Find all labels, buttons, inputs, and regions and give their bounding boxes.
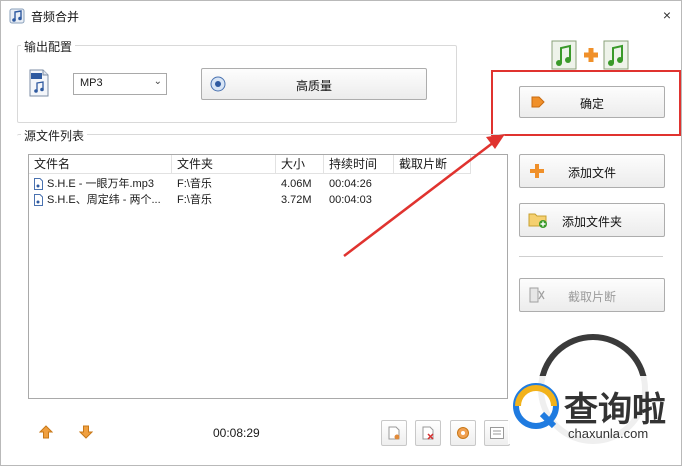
- merge-icon: [550, 39, 632, 71]
- format-select[interactable]: MP3 ⌄: [73, 73, 167, 95]
- row-duration: 00:04:26: [329, 178, 372, 190]
- audio-file-small-icon: [34, 194, 43, 206]
- gear-icon: [457, 427, 469, 439]
- table-row[interactable]: S.H.E、周定纬 - 两个... F:\音乐 3.72M 00:04:03: [29, 192, 507, 208]
- row-folder: F:\音乐: [177, 178, 212, 190]
- quality-label: 高质量: [295, 79, 332, 93]
- brand-logo-icon: [513, 383, 559, 429]
- row-duration: 00:04:03: [329, 194, 372, 206]
- watermark-brand: 查询啦: [564, 390, 666, 430]
- move-down-icon[interactable]: [79, 425, 93, 439]
- clip-label: 截取片断: [567, 290, 616, 304]
- row-filename: S.H.E - 一眼万年.mp3: [47, 178, 154, 190]
- column-header-size[interactable]: 大小: [276, 155, 324, 174]
- total-duration: 00:08:29: [213, 426, 260, 440]
- list-icon: [490, 427, 504, 439]
- row-filename: S.H.E、周定纬 - 两个...: [47, 194, 161, 206]
- add-folder-button[interactable]: 添加文件夹: [519, 203, 665, 237]
- window-title: 音频合并: [31, 10, 80, 24]
- format-select-value: MP3: [80, 77, 103, 89]
- remove-file-button[interactable]: [415, 420, 441, 446]
- quality-button[interactable]: 高质量: [201, 68, 427, 100]
- confirm-button[interactable]: 确定: [519, 86, 665, 118]
- watermark-url: chaxunla.com: [568, 426, 649, 441]
- add-file-small-button[interactable]: [381, 420, 407, 446]
- move-up-icon[interactable]: [39, 425, 53, 439]
- column-header-folder[interactable]: 文件夹: [172, 155, 276, 174]
- row-size: 3.72M: [281, 194, 312, 206]
- audio-file-small-icon: [34, 178, 43, 190]
- watermark: 查询啦 chaxunla.com: [508, 376, 680, 444]
- right-panel-divider: [519, 256, 663, 257]
- close-icon[interactable]: ×: [657, 5, 677, 25]
- chevron-down-icon: ⌄: [153, 76, 162, 87]
- title-bar: 音频合并 ×: [1, 1, 681, 31]
- column-header-clip[interactable]: 截取片断: [394, 155, 471, 174]
- add-file-label: 添加文件: [567, 166, 616, 180]
- settings-small-button[interactable]: [450, 420, 476, 446]
- output-config-title: 输出配置: [21, 38, 76, 55]
- add-file-button[interactable]: 添加文件: [519, 154, 665, 188]
- table-row[interactable]: S.H.E - 一眼万年.mp3 F:\音乐 4.06M 00:04:26: [29, 176, 507, 192]
- source-list-title: 源文件列表: [21, 127, 88, 144]
- row-folder: F:\音乐: [177, 194, 212, 206]
- audio-file-icon: [29, 69, 49, 97]
- doc-remove-icon: [422, 426, 434, 440]
- column-header-duration[interactable]: 持续时间: [324, 155, 394, 174]
- add-folder-label: 添加文件夹: [561, 215, 622, 229]
- clip-button[interactable]: 截取片断: [519, 278, 665, 312]
- row-clip: [399, 192, 469, 208]
- info-small-button[interactable]: [484, 420, 510, 446]
- doc-add-icon: [388, 426, 400, 440]
- app-music-icon: [9, 8, 25, 24]
- row-clip: [399, 176, 469, 192]
- confirm-label: 确定: [579, 97, 604, 111]
- column-header-name[interactable]: 文件名: [29, 155, 172, 174]
- file-list[interactable]: 文件名 文件夹 大小 持续时间 截取片断 S.H.E - 一眼万年.mp3 F:…: [28, 154, 508, 399]
- row-size: 4.06M: [281, 178, 312, 190]
